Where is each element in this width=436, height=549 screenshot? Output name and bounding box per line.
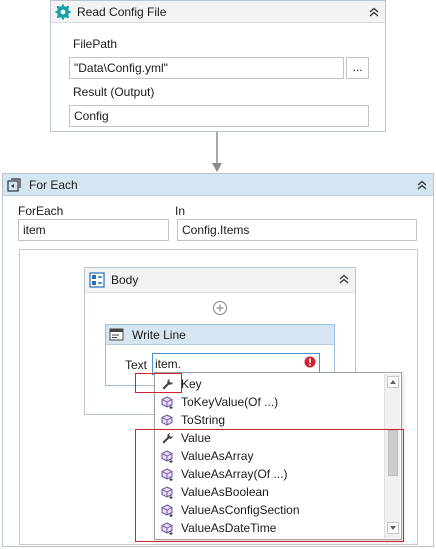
autocomplete-item-label: ValueAsBoolean bbox=[181, 485, 269, 499]
autocomplete-item-label: ToString bbox=[181, 413, 226, 427]
error-icon bbox=[304, 356, 316, 368]
result-field[interactable]: Config bbox=[69, 105, 369, 127]
autocomplete-item-label: ValueAsConfigSection bbox=[181, 503, 300, 517]
read-config-header[interactable]: Read Config File bbox=[51, 1, 385, 23]
loop-icon bbox=[7, 177, 21, 192]
plus-circle-icon[interactable] bbox=[212, 300, 228, 316]
wrench-icon bbox=[160, 377, 174, 391]
body-title: Body bbox=[111, 273, 139, 287]
foreach-field[interactable]: item bbox=[18, 219, 169, 241]
collapse-icon[interactable] bbox=[336, 271, 352, 287]
gear-icon bbox=[55, 4, 71, 20]
method-icon bbox=[160, 467, 174, 481]
autocomplete-item-valueasboolean[interactable]: ValueAsBoolean bbox=[157, 483, 385, 501]
method-icon bbox=[160, 413, 174, 427]
wrench-icon bbox=[160, 431, 174, 445]
autocomplete-item-valueasconfigsection[interactable]: ValueAsConfigSection bbox=[157, 501, 385, 519]
for-each-header[interactable]: For Each bbox=[3, 174, 433, 196]
scroll-down-arrow-icon[interactable] bbox=[387, 522, 399, 534]
write-line-title: Write Line bbox=[132, 327, 186, 342]
autocomplete-item-label: ValueAsArray(Of ...) bbox=[181, 467, 288, 481]
for-each-title: For Each bbox=[29, 177, 78, 192]
filepath-label: FilePath bbox=[73, 37, 118, 51]
scroll-thumb[interactable] bbox=[388, 430, 398, 476]
method-icon bbox=[160, 485, 174, 499]
text-label: Text bbox=[125, 358, 148, 372]
autocomplete-item-tokeyvalue[interactable]: ToKeyValue(Of ...) bbox=[157, 393, 385, 411]
sequence-icon bbox=[89, 272, 105, 288]
browse-button[interactable]: ... bbox=[346, 57, 369, 79]
autocomplete-item-tostring[interactable]: ToString bbox=[157, 411, 385, 429]
autocomplete-item-label: ValueAsArray bbox=[181, 449, 254, 463]
filepath-field[interactable]: "Data\Config.yml" bbox=[69, 57, 344, 79]
collapse-icon[interactable] bbox=[414, 177, 430, 193]
autocomplete-popup[interactable]: Key ToKeyValue(Of ...) ToString Value Va… bbox=[154, 372, 402, 540]
read-config-title: Read Config File bbox=[77, 4, 167, 19]
autocomplete-item-key[interactable]: Key bbox=[157, 375, 385, 393]
autocomplete-item-label: ToKeyValue(Of ...) bbox=[181, 395, 279, 409]
method-icon bbox=[160, 521, 174, 535]
result-label: Result (Output) bbox=[73, 85, 155, 99]
foreach-label: ForEach bbox=[18, 204, 64, 218]
method-icon bbox=[160, 503, 174, 517]
collapse-icon[interactable] bbox=[366, 4, 382, 20]
read-config-file-activity[interactable]: Read Config File FilePath "Data\Config.y… bbox=[50, 0, 386, 132]
method-icon bbox=[160, 449, 174, 463]
in-label: In bbox=[175, 204, 186, 218]
autocomplete-item-valueasarray-of[interactable]: ValueAsArray(Of ...) bbox=[157, 465, 385, 483]
write-line-header[interactable]: Write Line bbox=[106, 325, 334, 345]
in-field[interactable]: Config.Items bbox=[177, 219, 417, 241]
method-icon bbox=[160, 395, 174, 409]
autocomplete-item-value[interactable]: Value bbox=[157, 429, 385, 447]
autocomplete-item-label: Key bbox=[181, 377, 202, 391]
autocomplete-item-valueasdatetime[interactable]: ValueAsDateTime bbox=[157, 519, 385, 537]
autocomplete-item-valueasarray[interactable]: ValueAsArray bbox=[157, 447, 385, 465]
body-header[interactable]: Body bbox=[85, 268, 355, 293]
autocomplete-item-label: ValueAsDateTime bbox=[181, 521, 277, 535]
autocomplete-item-label: Value bbox=[181, 431, 211, 445]
autocomplete-scrollbar[interactable] bbox=[384, 374, 400, 538]
write-line-icon bbox=[109, 328, 125, 342]
connector-arrow bbox=[212, 132, 222, 172]
scroll-up-arrow-icon[interactable] bbox=[387, 376, 399, 388]
